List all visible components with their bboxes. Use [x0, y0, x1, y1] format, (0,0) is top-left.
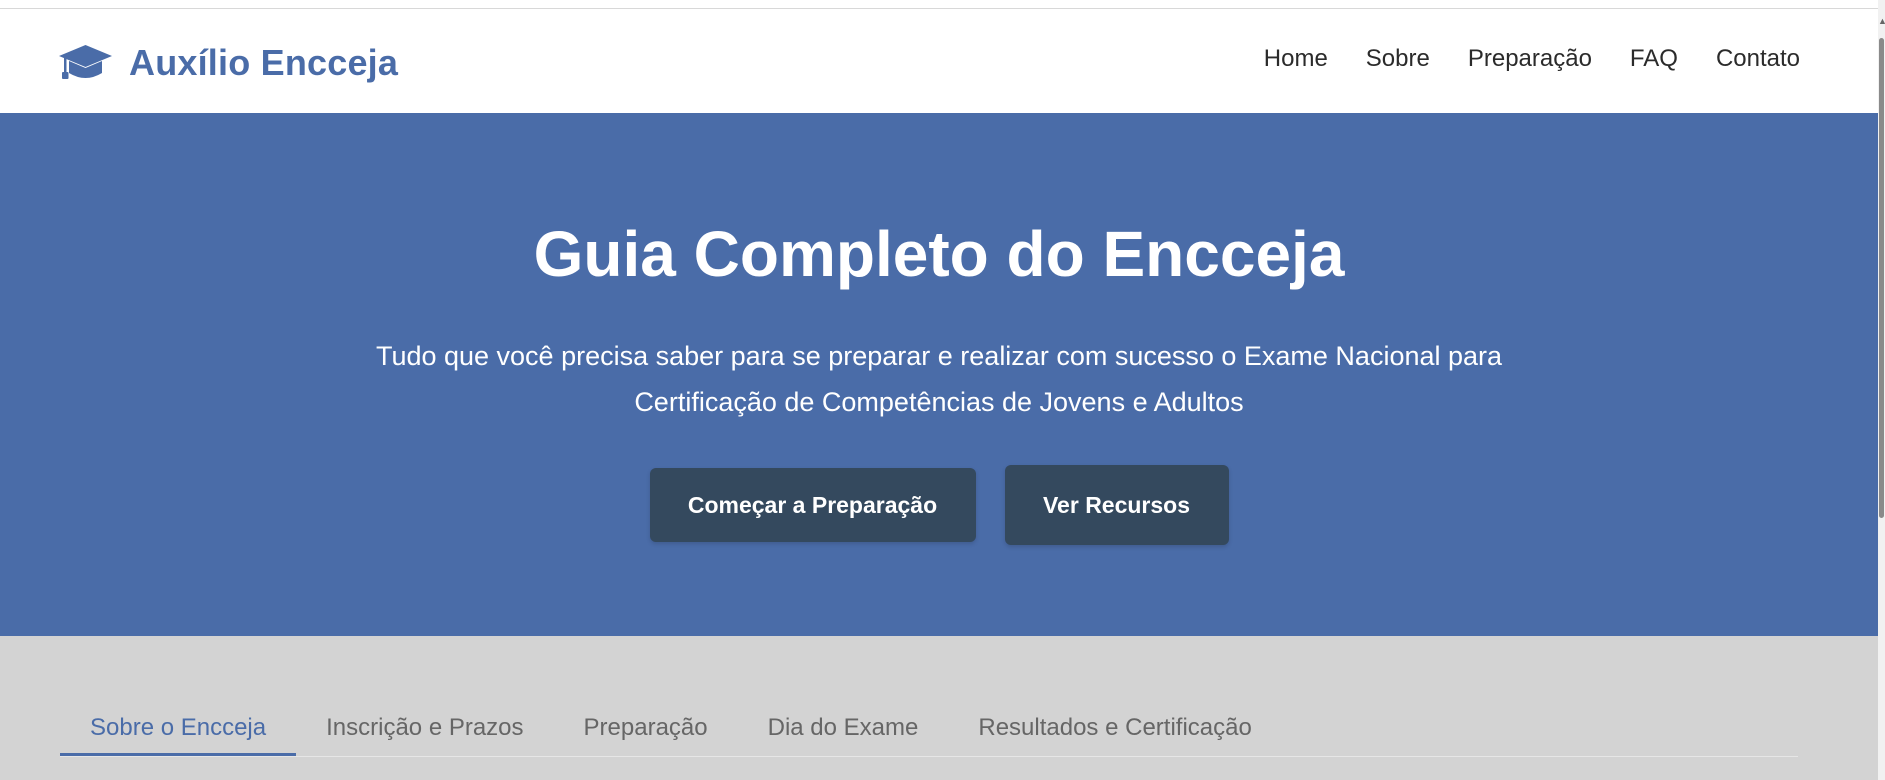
tabs-section: Sobre o Encceja Inscrição e Prazos Prepa… [0, 636, 1878, 780]
nav-home[interactable]: Home [1264, 45, 1328, 73]
tab-inscricao-e-prazos[interactable]: Inscrição e Prazos [296, 710, 553, 756]
tab-dia-do-exame[interactable]: Dia do Exame [738, 710, 949, 756]
hero-title: Guia Completo do Encceja [533, 218, 1345, 290]
hero-buttons: Começar a Preparação Ver Recursos [0, 465, 1878, 545]
page: Auxílio Encceja Home Sobre Preparação FA… [0, 0, 1878, 780]
nav-faq[interactable]: FAQ [1630, 45, 1678, 73]
view-resources-button[interactable]: Ver Recursos [1004, 465, 1229, 545]
graduation-cap-icon [58, 43, 113, 83]
scroll-thumb[interactable] [1879, 38, 1884, 518]
hero-subtitle: Tudo que você precisa saber para se prep… [375, 341, 1503, 417]
brand-logo[interactable]: Auxílio Encceja [58, 41, 398, 85]
site-header: Auxílio Encceja Home Sobre Preparação FA… [0, 9, 1878, 113]
tab-preparacao[interactable]: Preparação [554, 710, 738, 756]
tab-sobre-o-encceja[interactable]: Sobre o Encceja [60, 710, 297, 756]
brand-name: Auxílio Encceja [129, 42, 399, 83]
scroll-up-arrow-icon[interactable]: ▲ [1878, 16, 1885, 26]
hero-section: Guia Completo do Encceja Tudo que você p… [0, 113, 1878, 636]
nav-preparacao[interactable]: Preparação [1468, 45, 1592, 73]
start-preparation-button[interactable]: Começar a Preparação [649, 468, 976, 542]
nav-sobre[interactable]: Sobre [1366, 45, 1430, 73]
vertical-scrollbar[interactable]: ▲ [1878, 0, 1885, 780]
content-tabs: Sobre o Encceja Inscrição e Prazos Prepa… [60, 710, 1798, 757]
main-nav: Home Sobre Preparação FAQ Contato [1226, 45, 1800, 73]
tab-resultados-e-certificacao[interactable]: Resultados e Certificação [948, 710, 1281, 756]
nav-contato[interactable]: Contato [1716, 45, 1800, 73]
